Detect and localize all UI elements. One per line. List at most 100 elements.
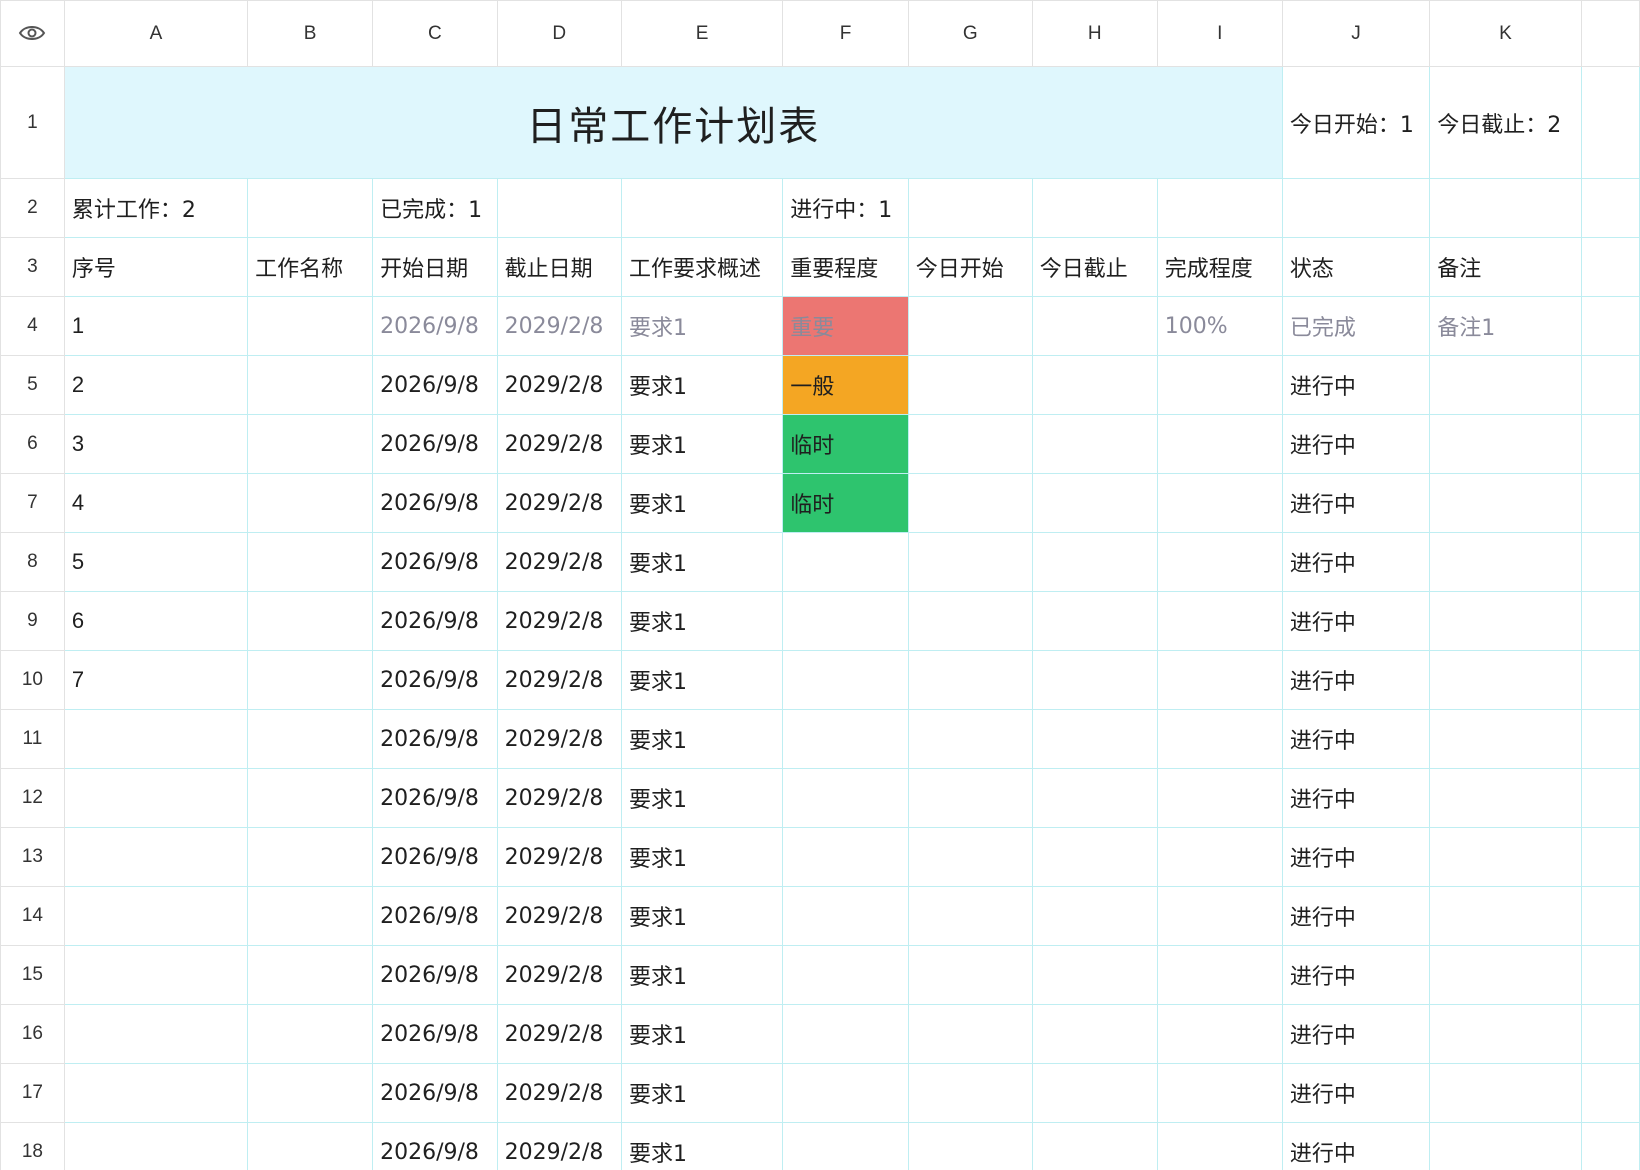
importance-cell[interactable]: 一般 [782,355,909,415]
note-cell[interactable] [1429,1063,1582,1123]
today-due-cell[interactable] [1031,296,1158,356]
row-header[interactable]: 11 [0,709,65,769]
note-cell[interactable] [1429,709,1582,769]
progress-cell[interactable] [1156,355,1283,415]
eye-icon[interactable] [18,24,46,42]
progress-cell[interactable] [1156,886,1283,946]
importance-cell[interactable] [782,1122,909,1170]
header-cell-today-due[interactable]: 今日截止 [1031,237,1158,297]
cell[interactable] [1580,1122,1640,1170]
due-date-cell[interactable]: 2029/2/8 [496,709,622,769]
requirement-cell[interactable]: 要求1 [620,355,784,415]
importance-cell[interactable] [782,768,909,828]
status-cell[interactable]: 进行中 [1281,591,1431,651]
cell[interactable] [1281,178,1431,238]
row-header[interactable]: 3 [0,237,65,297]
start-date-cell[interactable]: 2026/9/8 [372,1122,498,1170]
header-cell-progress[interactable]: 完成程度 [1156,237,1283,297]
seq-cell[interactable]: 7 [63,650,249,710]
cell[interactable] [1580,768,1640,828]
name-cell[interactable] [247,591,374,651]
today-start-cell[interactable]: 今日开始：1 [1281,66,1431,179]
header-cell-level[interactable]: 重要程度 [782,237,909,297]
note-cell[interactable] [1429,945,1582,1005]
name-cell[interactable] [247,709,374,769]
cell[interactable] [1580,473,1640,533]
name-cell[interactable] [247,355,374,415]
cell[interactable] [1580,237,1640,297]
cell[interactable] [1156,178,1283,238]
row-header[interactable]: 18 [0,1122,65,1170]
cell[interactable] [1580,532,1640,592]
cell[interactable] [496,178,622,238]
today-due-cell[interactable] [1031,945,1158,1005]
requirement-cell[interactable]: 要求1 [620,1122,784,1170]
status-cell[interactable]: 进行中 [1281,473,1431,533]
name-cell[interactable] [247,1004,374,1064]
seq-cell[interactable] [63,945,249,1005]
seq-cell[interactable] [63,768,249,828]
cell[interactable] [1580,945,1640,1005]
seq-cell[interactable] [63,886,249,946]
requirement-cell[interactable]: 要求1 [620,532,784,592]
today-start-cell[interactable] [907,886,1033,946]
column-header-i[interactable]: I [1156,0,1283,67]
column-header-f[interactable]: F [782,0,909,67]
seq-cell[interactable]: 2 [63,355,249,415]
seq-cell[interactable]: 5 [63,532,249,592]
cell[interactable] [907,178,1033,238]
progress-cell[interactable] [1156,709,1283,769]
progress-cell[interactable] [1156,1122,1283,1170]
today-start-cell[interactable] [907,827,1033,887]
today-start-cell[interactable] [907,296,1033,356]
due-date-cell[interactable]: 2029/2/8 [496,296,622,356]
today-start-cell[interactable] [907,414,1033,474]
status-cell[interactable]: 进行中 [1281,414,1431,474]
today-start-cell[interactable] [907,768,1033,828]
seq-cell[interactable] [63,1063,249,1123]
progress-cell[interactable] [1156,827,1283,887]
today-start-cell[interactable] [907,591,1033,651]
header-cell-note[interactable]: 备注 [1429,237,1582,297]
today-due-cell[interactable] [1031,1063,1158,1123]
seq-cell[interactable]: 3 [63,414,249,474]
row-header[interactable]: 13 [0,827,65,887]
cell[interactable] [1580,650,1640,710]
row-header[interactable]: 14 [0,886,65,946]
header-cell-start[interactable]: 开始日期 [372,237,498,297]
importance-cell[interactable] [782,591,909,651]
row-header[interactable]: 15 [0,945,65,1005]
status-cell[interactable]: 进行中 [1281,886,1431,946]
requirement-cell[interactable]: 要求1 [620,414,784,474]
cell[interactable] [1580,296,1640,356]
progress-cell[interactable]: 100% [1156,296,1283,356]
name-cell[interactable] [247,414,374,474]
status-cell[interactable]: 进行中 [1281,355,1431,415]
header-cell-seq[interactable]: 序号 [63,237,249,297]
column-header-g[interactable]: G [907,0,1033,67]
requirement-cell[interactable]: 要求1 [620,473,784,533]
due-date-cell[interactable]: 2029/2/8 [496,650,622,710]
due-date-cell[interactable]: 2029/2/8 [496,591,622,651]
cell[interactable] [1580,66,1640,179]
requirement-cell[interactable]: 要求1 [620,768,784,828]
status-cell[interactable]: 进行中 [1281,650,1431,710]
importance-cell[interactable] [782,709,909,769]
today-start-cell[interactable] [907,1004,1033,1064]
seq-cell[interactable] [63,827,249,887]
today-due-cell[interactable] [1031,709,1158,769]
note-cell[interactable] [1429,886,1582,946]
importance-cell[interactable] [782,886,909,946]
cell[interactable] [247,178,374,238]
due-date-cell[interactable]: 2029/2/8 [496,1063,622,1123]
progress-cell[interactable] [1156,650,1283,710]
name-cell[interactable] [247,532,374,592]
status-cell[interactable]: 进行中 [1281,1122,1431,1170]
row-header[interactable]: 1 [0,66,65,179]
today-due-cell[interactable] [1031,473,1158,533]
start-date-cell[interactable]: 2026/9/8 [372,532,498,592]
row-header[interactable]: 5 [0,355,65,415]
column-header-a[interactable]: A [63,0,249,67]
importance-cell[interactable] [782,1063,909,1123]
header-cell-today-start[interactable]: 今日开始 [907,237,1033,297]
